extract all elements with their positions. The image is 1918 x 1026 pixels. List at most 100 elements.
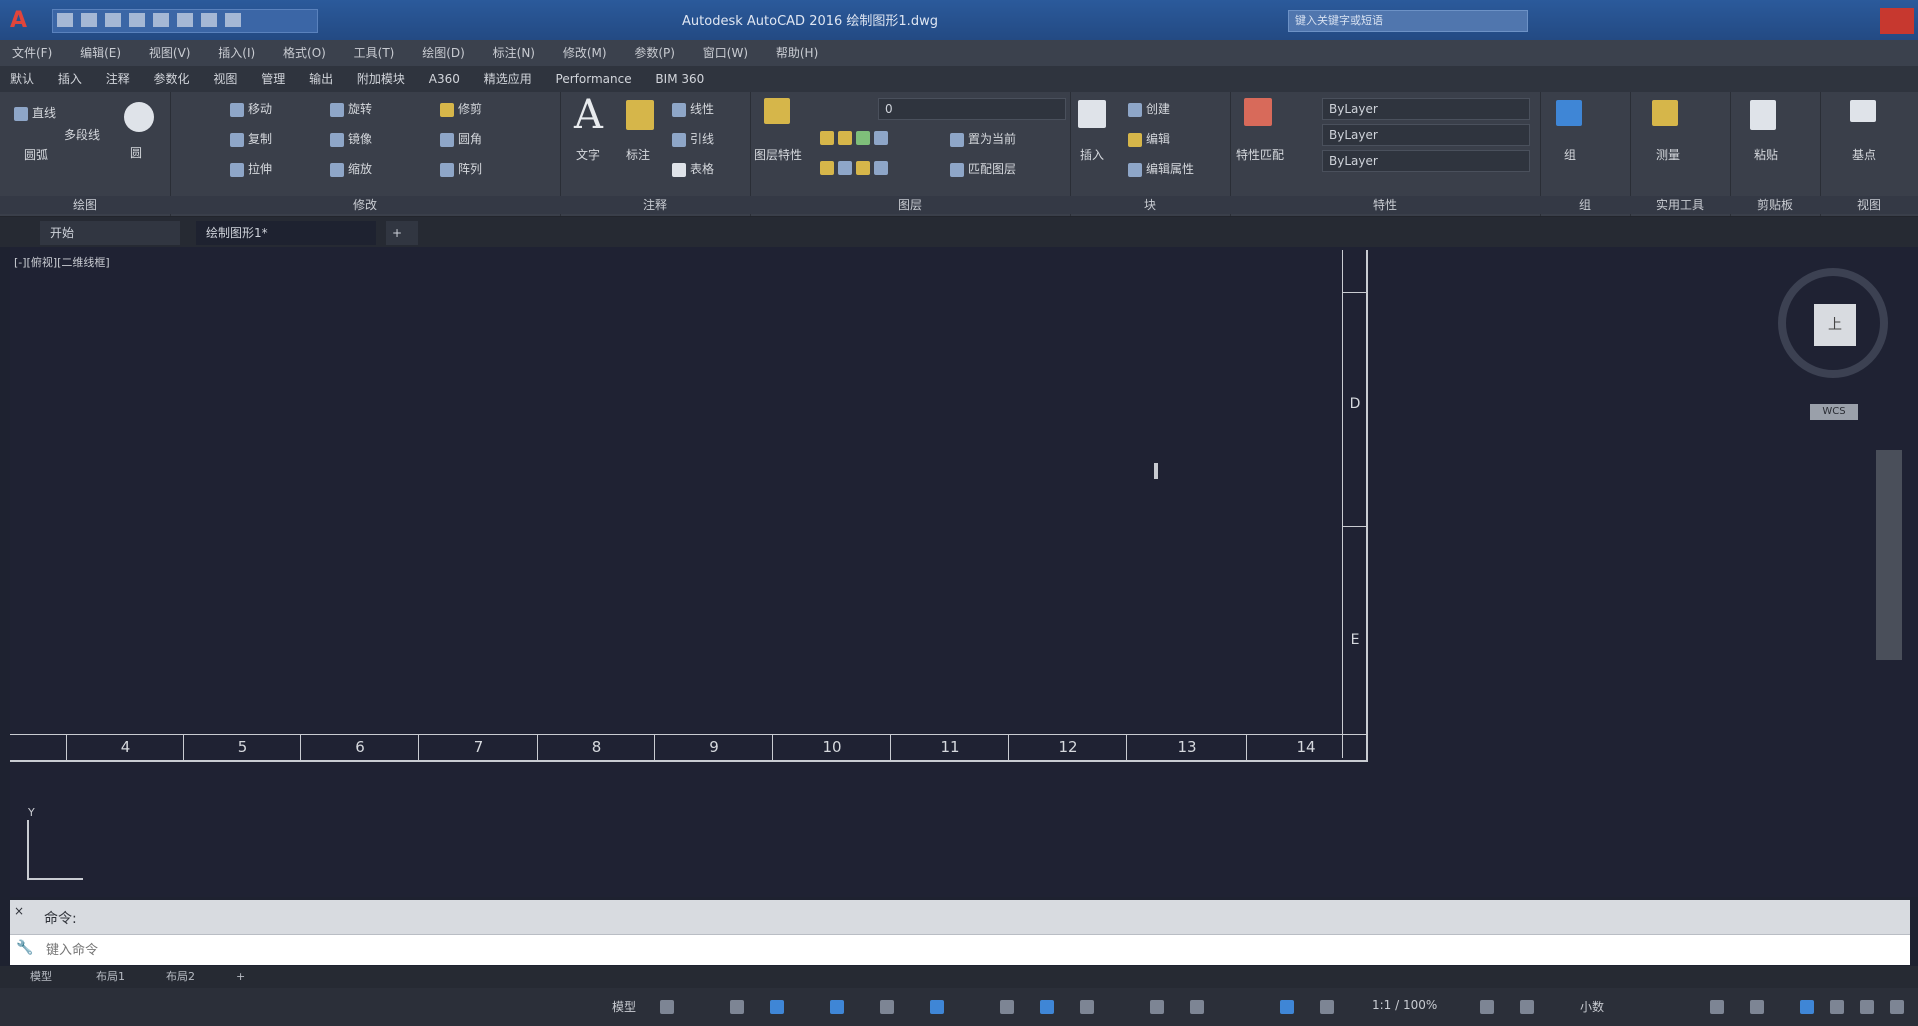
open-icon[interactable] <box>81 13 97 27</box>
edit-attributes-tool[interactable]: 编辑属性 <box>1128 160 1194 177</box>
close-icon[interactable]: × <box>14 904 32 922</box>
tab-view[interactable]: 视图 <box>213 66 237 92</box>
undo-icon[interactable] <box>177 13 193 27</box>
linear-tool[interactable]: 线性 <box>672 100 714 117</box>
menu-insert[interactable]: 插入(I) <box>218 40 255 66</box>
panel-groups-title[interactable]: 组 <box>1540 196 1630 214</box>
annotation-scale[interactable]: 1:1 / 100% <box>1372 998 1437 1012</box>
layer-tools-row[interactable] <box>820 130 892 145</box>
wcs-menu[interactable]: WCS <box>1810 404 1858 420</box>
panel-view-title[interactable]: 视图 <box>1820 196 1918 214</box>
layout-tab-model[interactable]: 模型 <box>30 968 52 986</box>
3d-osnap-icon[interactable] <box>1190 1000 1204 1014</box>
clean-screen-icon[interactable] <box>1860 1000 1874 1014</box>
leader-tool[interactable]: 引线 <box>672 130 714 147</box>
match-properties-tool[interactable] <box>1244 98 1276 126</box>
command-input[interactable] <box>44 936 1908 964</box>
lineweight-icon[interactable] <box>1040 1000 1054 1014</box>
panel-clipboard-title[interactable]: 剪贴板 <box>1730 196 1820 214</box>
tab-annotate[interactable]: 注释 <box>106 66 130 92</box>
tab-addins[interactable]: 附加模块 <box>357 66 405 92</box>
menu-format[interactable]: 格式(O) <box>283 40 326 66</box>
navigation-bar[interactable] <box>1876 450 1902 660</box>
autocad-logo-icon[interactable]: A <box>10 8 46 34</box>
move-tool[interactable]: 移动 <box>230 100 272 117</box>
snap-icon[interactable] <box>730 1000 744 1014</box>
quick-properties-icon[interactable] <box>1710 1000 1724 1014</box>
tab-parametric[interactable]: 参数化 <box>154 66 190 92</box>
match-layer-tool[interactable]: 匹配图层 <box>950 160 1016 177</box>
layer-tools-row-2[interactable] <box>820 160 892 175</box>
insert-block-tool[interactable] <box>1078 100 1110 128</box>
stretch-tool[interactable]: 拉伸 <box>230 160 272 177</box>
measure-tool[interactable] <box>1652 100 1682 126</box>
menu-dimension[interactable]: 标注(N) <box>493 40 535 66</box>
tab-a360[interactable]: A360 <box>429 66 460 92</box>
table-tool[interactable]: 表格 <box>672 160 714 177</box>
panel-layers-title[interactable]: 图层 <box>750 196 1070 214</box>
panel-annotation-title[interactable]: 注释 <box>560 196 750 214</box>
auto-scale-icon[interactable] <box>1320 1000 1334 1014</box>
panel-block-title[interactable]: 块 <box>1070 196 1230 214</box>
menu-draw[interactable]: 绘图(D) <box>422 40 465 66</box>
panel-properties-title[interactable]: 特性 <box>1230 196 1540 214</box>
annotation-monitor-icon[interactable] <box>1520 1000 1534 1014</box>
share-icon[interactable] <box>225 13 241 27</box>
menu-edit[interactable]: 编辑(E) <box>80 40 121 66</box>
panel-modify-title[interactable]: 修改 <box>170 196 560 214</box>
arc-tool[interactable]: 圆弧 <box>24 146 48 163</box>
isodraft-icon[interactable] <box>880 1000 894 1014</box>
viewcube-top-face[interactable]: 上 <box>1814 304 1856 346</box>
menu-file[interactable]: 文件(F) <box>12 40 52 66</box>
base-view-tool[interactable] <box>1850 100 1880 122</box>
tab-insert[interactable]: 插入 <box>58 66 82 92</box>
file-tab-start[interactable]: 开始 <box>40 221 180 245</box>
tab-manage[interactable]: 管理 <box>261 66 285 92</box>
menu-window[interactable]: 窗口(W) <box>703 40 748 66</box>
scale-tool[interactable]: 缩放 <box>330 160 372 177</box>
trim-tool[interactable]: 修剪 <box>440 100 482 117</box>
group-tool[interactable] <box>1556 100 1586 126</box>
annotation-visibility-icon[interactable] <box>1280 1000 1294 1014</box>
ortho-icon[interactable] <box>770 1000 784 1014</box>
panel-utilities-title[interactable]: 实用工具 <box>1630 196 1730 214</box>
paste-tool[interactable] <box>1750 100 1780 130</box>
transparency-icon[interactable] <box>1080 1000 1094 1014</box>
layout-tab-layout2[interactable]: 布局2 <box>166 968 195 986</box>
tab-performance[interactable]: Performance <box>556 66 632 92</box>
linetype-dropdown[interactable]: ByLayer <box>1322 124 1530 146</box>
fillet-tool[interactable]: 圆角 <box>440 130 482 147</box>
new-icon[interactable] <box>57 13 73 27</box>
redo-icon[interactable] <box>201 13 217 27</box>
array-tool[interactable]: 阵列 <box>440 160 482 177</box>
selection-cycling-icon[interactable] <box>1150 1000 1164 1014</box>
create-block-tool[interactable]: 创建 <box>1128 100 1170 117</box>
close-button[interactable] <box>1880 8 1914 34</box>
circle-tool[interactable] <box>124 102 158 132</box>
workspace-gear-icon[interactable] <box>1480 1000 1494 1014</box>
tab-bim360[interactable]: BIM 360 <box>655 66 704 92</box>
wrench-icon[interactable]: 🔧 <box>16 940 34 958</box>
save-as-icon[interactable] <box>129 13 145 27</box>
menu-tools[interactable]: 工具(T) <box>354 40 395 66</box>
menu-view[interactable]: 视图(V) <box>149 40 191 66</box>
rotate-tool[interactable]: 旋转 <box>330 100 372 117</box>
save-icon[interactable] <box>105 13 121 27</box>
plot-icon[interactable] <box>153 13 169 27</box>
polyline-tool[interactable]: 多段线 <box>64 126 100 143</box>
layer-dropdown[interactable]: 0 <box>878 98 1066 120</box>
line-tool[interactable]: 直线 <box>14 104 56 121</box>
grid-icon[interactable] <box>660 1000 674 1014</box>
mirror-tool[interactable]: 镜像 <box>330 130 372 147</box>
layer-properties-tool[interactable] <box>764 98 794 124</box>
hardware-acceleration-icon[interactable] <box>1830 1000 1844 1014</box>
polar-icon[interactable] <box>830 1000 844 1014</box>
lock-ui-icon[interactable] <box>1750 1000 1764 1014</box>
units-display[interactable]: 小数 <box>1580 998 1604 1015</box>
new-tab-plus-icon[interactable]: + <box>386 221 418 245</box>
layout-tab-layout1[interactable]: 布局1 <box>96 968 125 986</box>
customization-menu-icon[interactable] <box>1890 1000 1904 1014</box>
object-snap-icon[interactable] <box>1000 1000 1014 1014</box>
isolate-objects-icon[interactable] <box>1800 1000 1814 1014</box>
file-tab-drawing1[interactable]: 绘制图形1* <box>196 221 376 245</box>
